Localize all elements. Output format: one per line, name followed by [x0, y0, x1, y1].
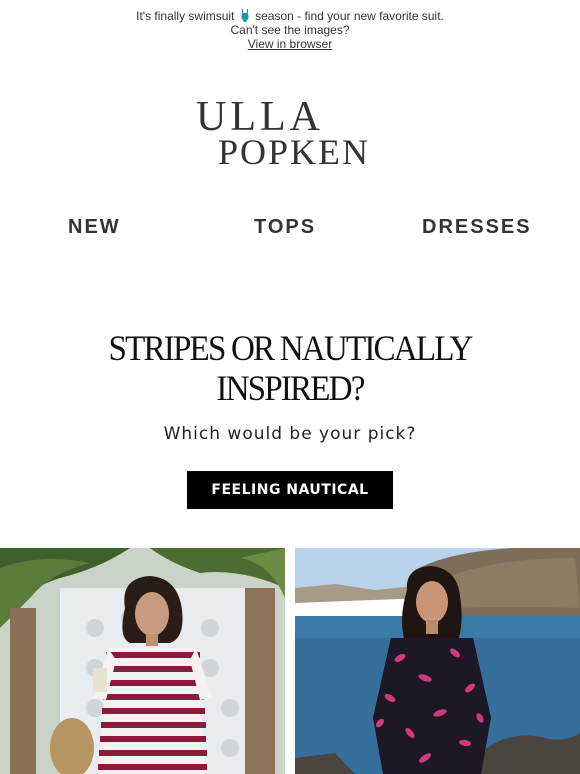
brand-logo[interactable]: ULLA POPKEN	[0, 96, 580, 168]
hero-headline: STRIPES OR NAUTICALLY INSPIRED?	[23, 328, 557, 408]
preheader: It's finally swimsuit season - find your…	[0, 0, 580, 51]
nautical-dress-image	[295, 548, 580, 774]
striped-dress-photo[interactable]	[0, 548, 285, 774]
hero-subtext: Which would be your pick?	[163, 424, 417, 444]
main-nav: NEW TOPS DRESSES	[0, 216, 580, 240]
nautical-dress-photo[interactable]	[295, 548, 580, 774]
striped-dress-image	[0, 548, 285, 774]
preheader-text-2: season - find your new favorite suit.	[255, 9, 444, 23]
preheader-line2: Can't see the images?	[230, 23, 350, 37]
preheader-text: It's finally swimsuit	[136, 9, 235, 23]
hero-headline-line2: INSPIRED?	[216, 368, 365, 408]
nav-tops[interactable]: TOPS	[254, 216, 316, 239]
swimsuit-icon	[241, 9, 249, 22]
brand-logo-line2: POPKEN	[218, 132, 370, 168]
nav-new[interactable]: NEW	[68, 216, 121, 239]
feeling-nautical-button[interactable]: FEELING NAUTICAL	[187, 471, 393, 509]
hero-headline-line1: STRIPES OR NAUTICALLY	[108, 328, 474, 368]
view-in-browser-link[interactable]: View in browser	[248, 37, 332, 51]
preheader-line1: It's finally swimsuit season - find your…	[0, 9, 580, 23]
nav-dresses[interactable]: DRESSES	[422, 216, 532, 239]
